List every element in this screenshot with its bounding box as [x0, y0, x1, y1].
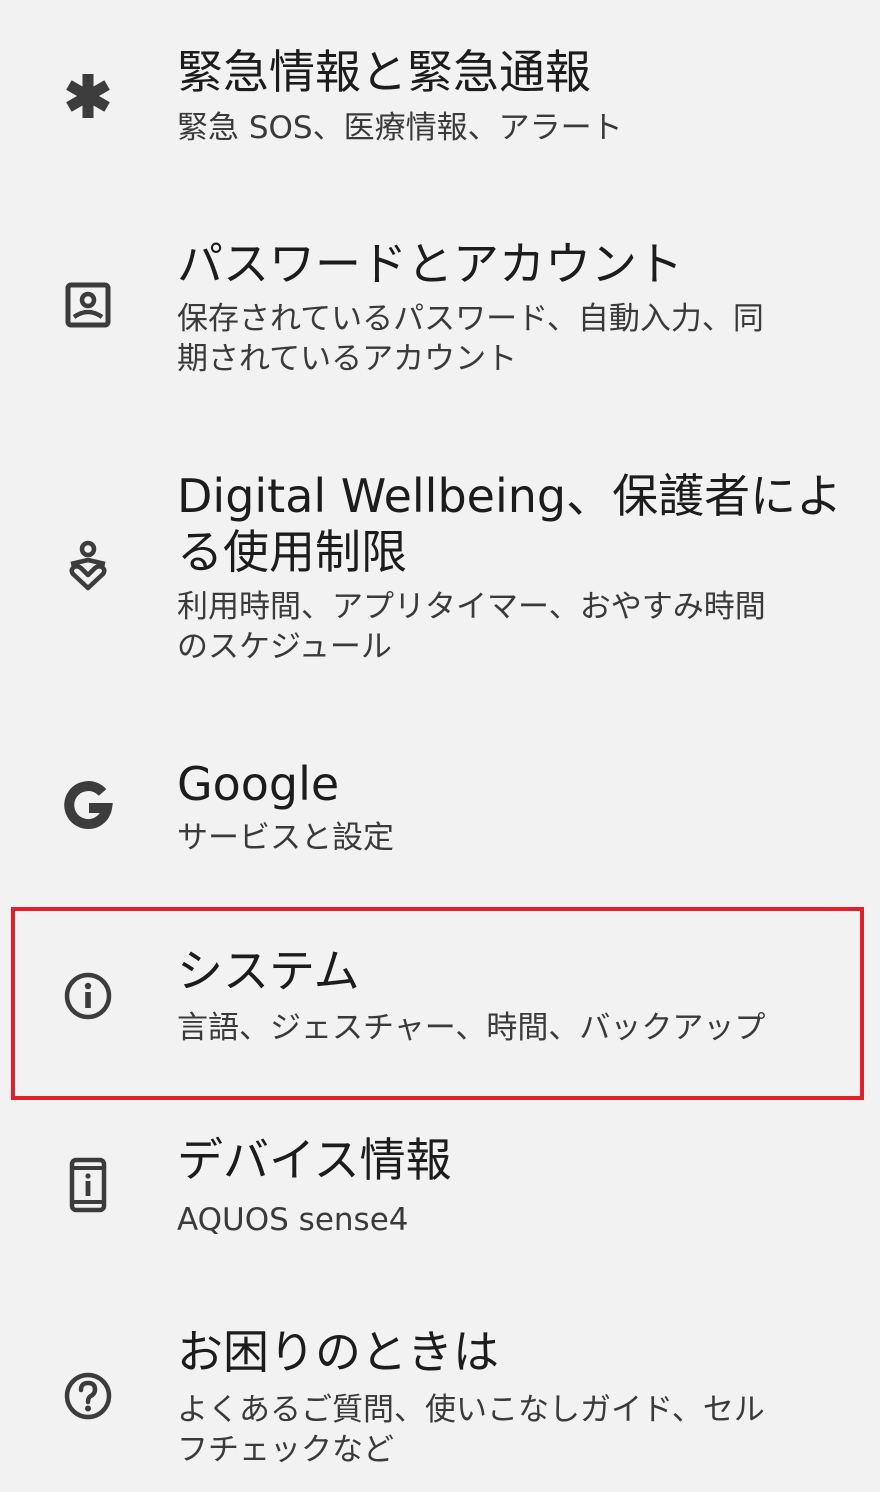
settings-item-device-info[interactable]: デバイス情報 AQUOS sense4 [0, 1110, 880, 1290]
settings-item-google[interactable]: Google サービスと設定 [0, 730, 880, 890]
settings-item-title: Google [177, 757, 340, 811]
settings-item-summary: よくあるご質問、使いこなしガイド、セル フチェックなど [177, 1392, 765, 1468]
settings-item-title: パスワードとアカウント [177, 237, 683, 291]
settings-item-digital-wellbeing[interactable]: Digital Wellbeing、保護者によ る使用制限 利用時間、アプリタイ… [0, 450, 880, 700]
settings-item-summary: サービスと設定 [177, 820, 394, 856]
settings-item-summary: 利用時間、アプリタイマー、おやすみ時間 のスケジュール [177, 589, 766, 665]
settings-item-summary: AQUOS sense4 [177, 1202, 409, 1238]
settings-item-title: システム [177, 944, 360, 998]
settings-item-help[interactable]: お困りのときは よくあるご質問、使いこなしガイド、セル フチェックなど [0, 1310, 880, 1492]
settings-item-system[interactable]: システム 言語、ジェスチャー、時間、バックアップ [0, 910, 880, 1100]
phone-info-icon [58, 1155, 118, 1215]
info-circle-icon [58, 966, 118, 1026]
settings-item-title: デバイス情報 [177, 1133, 452, 1187]
settings-item-title: 緊急情報と緊急通報 [177, 45, 591, 99]
account-box-icon [58, 275, 118, 335]
settings-item-passwords-accounts[interactable]: パスワードとアカウント 保存されているパスワード、自動入力、同 期されているアカ… [0, 200, 880, 430]
settings-item-title: お困りのときは [177, 1325, 499, 1379]
settings-item-summary: 緊急 SOS、医療情報、アラート [177, 110, 623, 146]
settings-item-summary: 保存されているパスワード、自動入力、同 期されているアカウント [177, 301, 764, 377]
settings-item-summary: 言語、ジェスチャー、時間、バックアップ [177, 1010, 766, 1046]
help-circle-icon [58, 1366, 118, 1426]
settings-item-emergency[interactable]: 緊急情報と緊急通報 緊急 SOS、医療情報、アラート [0, 0, 880, 190]
digital-wellbeing-icon [58, 536, 118, 596]
google-g-icon [58, 775, 118, 835]
asterisk-icon [58, 66, 118, 126]
settings-item-title: Digital Wellbeing、保護者によ る使用制限 [177, 469, 843, 579]
